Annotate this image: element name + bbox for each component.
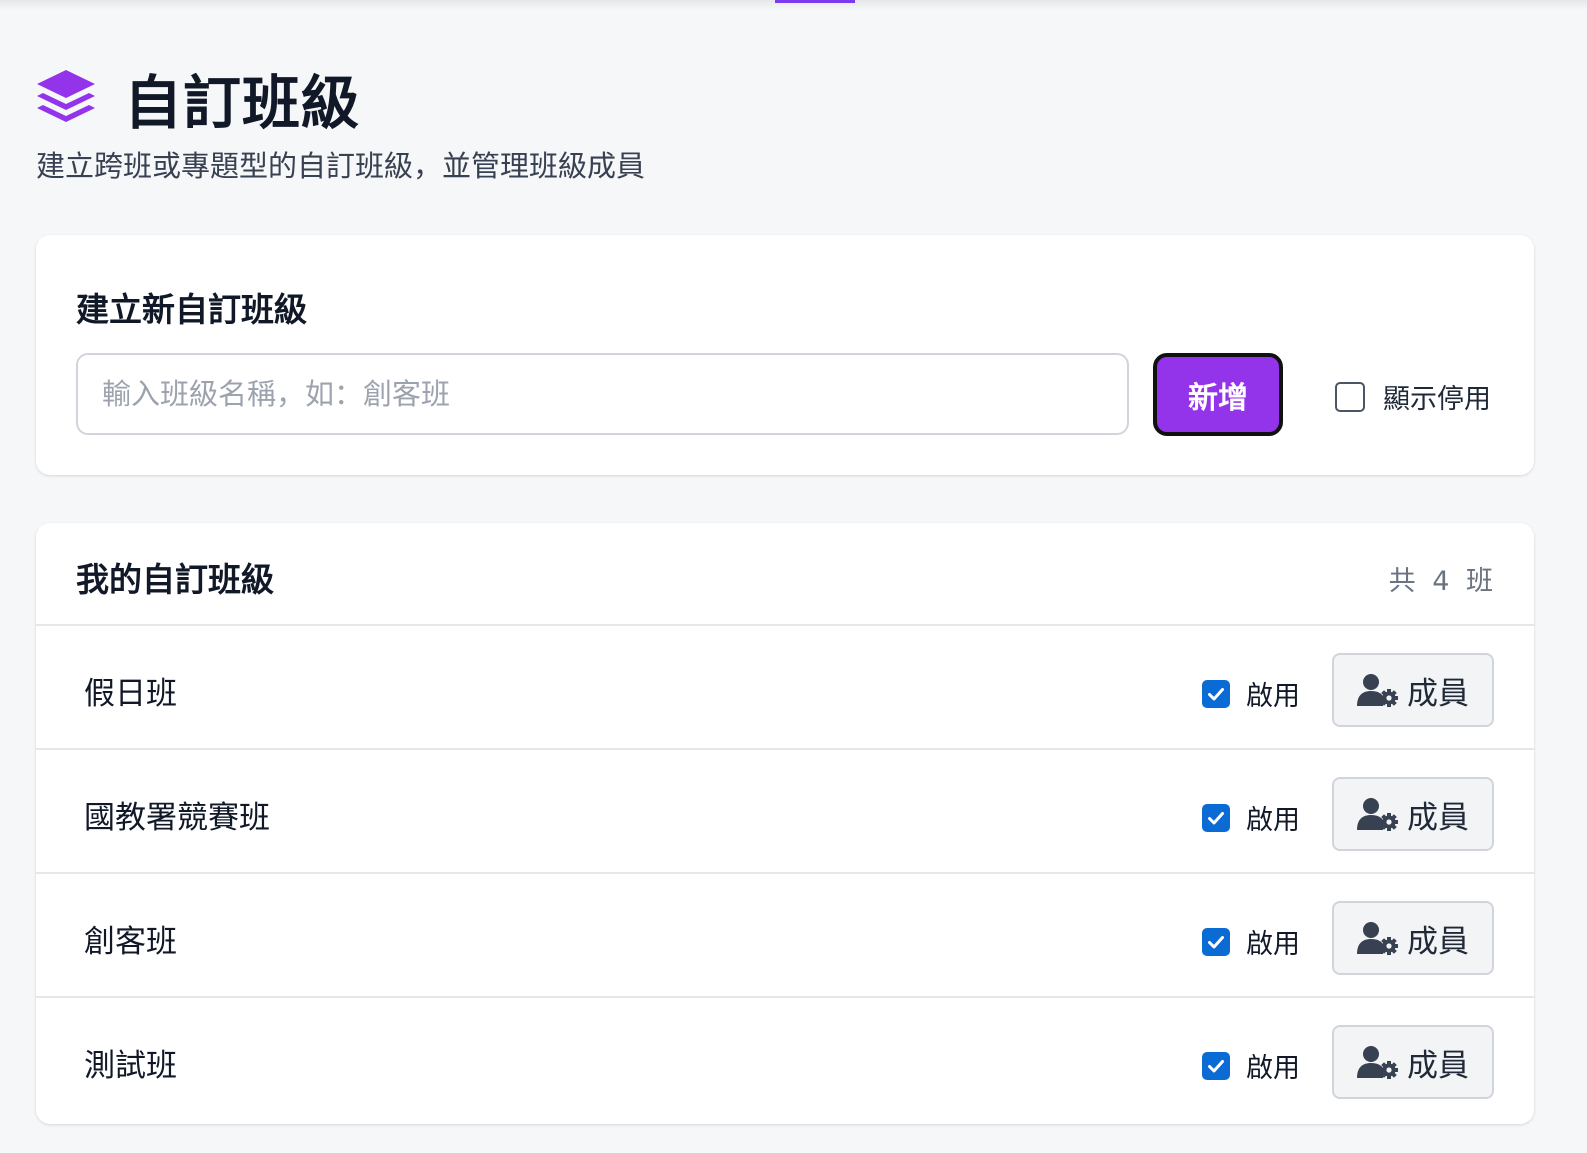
class-row: 創客班 啟用 成員 bbox=[36, 874, 1534, 998]
user-gear-icon bbox=[1357, 922, 1398, 955]
class-row: 假日班 啟用 成員 bbox=[36, 626, 1534, 750]
check-icon bbox=[1208, 687, 1224, 700]
class-name: 國教署競賽班 bbox=[84, 800, 270, 836]
enabled-label: 啟用 bbox=[1246, 805, 1300, 836]
enabled-checkbox[interactable] bbox=[1202, 927, 1230, 956]
enabled-label: 啟用 bbox=[1246, 681, 1300, 712]
class-name: 創客班 bbox=[84, 924, 177, 960]
class-count-number: 4 bbox=[1432, 566, 1451, 597]
enable-toggle[interactable]: 啟用 bbox=[1202, 674, 1300, 713]
page-subtitle: 建立跨班或專題型的自訂班級，並管理班級成員 bbox=[36, 149, 646, 183]
enabled-label: 啟用 bbox=[1246, 929, 1300, 960]
class-list-card: 我的自訂班級 共 4 班 假日班 啟用 成員 國教署競賽班 啟用 成員 創客班 … bbox=[36, 523, 1534, 1124]
check-icon bbox=[1208, 1059, 1224, 1072]
layers-icon bbox=[37, 70, 95, 122]
active-tab-indicator bbox=[775, 0, 855, 3]
show-disabled-label: 顯示停用 bbox=[1383, 384, 1491, 415]
class-row: 國教署競賽班 啟用 成員 bbox=[36, 750, 1534, 874]
class-name: 假日班 bbox=[84, 676, 177, 712]
add-class-button[interactable]: 新增 bbox=[1153, 353, 1283, 436]
enable-toggle[interactable]: 啟用 bbox=[1202, 1046, 1300, 1085]
class-name-input[interactable] bbox=[76, 353, 1129, 435]
user-gear-icon bbox=[1357, 674, 1398, 707]
show-disabled-toggle[interactable]: 顯示停用 bbox=[1335, 377, 1491, 416]
enabled-checkbox[interactable] bbox=[1202, 803, 1230, 832]
members-button[interactable]: 成員 bbox=[1332, 653, 1494, 727]
show-disabled-checkbox[interactable] bbox=[1335, 381, 1365, 412]
members-label: 成員 bbox=[1407, 675, 1469, 711]
check-icon bbox=[1208, 811, 1224, 824]
members-button[interactable]: 成員 bbox=[1332, 777, 1494, 851]
class-count-prefix: 共 bbox=[1388, 566, 1417, 597]
class-list-title: 我的自訂班級 bbox=[76, 560, 274, 599]
members-button[interactable]: 成員 bbox=[1332, 901, 1494, 975]
create-class-title: 建立新自訂班級 bbox=[76, 290, 307, 329]
page-title: 自訂班級 bbox=[124, 69, 361, 137]
enabled-label: 啟用 bbox=[1246, 1053, 1300, 1084]
enable-toggle[interactable]: 啟用 bbox=[1202, 922, 1300, 961]
class-count: 共 4 班 bbox=[1383, 559, 1494, 598]
enable-toggle[interactable]: 啟用 bbox=[1202, 798, 1300, 837]
class-list-header: 我的自訂班級 共 4 班 bbox=[36, 523, 1534, 626]
enabled-checkbox[interactable] bbox=[1202, 679, 1230, 708]
create-class-card: 建立新自訂班級 新增 顯示停用 bbox=[36, 235, 1534, 475]
user-gear-icon bbox=[1357, 1046, 1398, 1079]
members-label: 成員 bbox=[1407, 799, 1469, 835]
members-label: 成員 bbox=[1407, 1047, 1469, 1083]
check-icon bbox=[1208, 935, 1224, 948]
enabled-checkbox[interactable] bbox=[1202, 1051, 1230, 1080]
user-gear-icon bbox=[1357, 798, 1398, 831]
class-count-suffix: 班 bbox=[1466, 566, 1494, 597]
class-name: 測試班 bbox=[84, 1048, 177, 1084]
members-label: 成員 bbox=[1407, 923, 1469, 959]
class-row: 測試班 啟用 成員 bbox=[36, 998, 1534, 1122]
page-header: 自訂班級 bbox=[34, 56, 360, 140]
members-button[interactable]: 成員 bbox=[1332, 1025, 1494, 1099]
